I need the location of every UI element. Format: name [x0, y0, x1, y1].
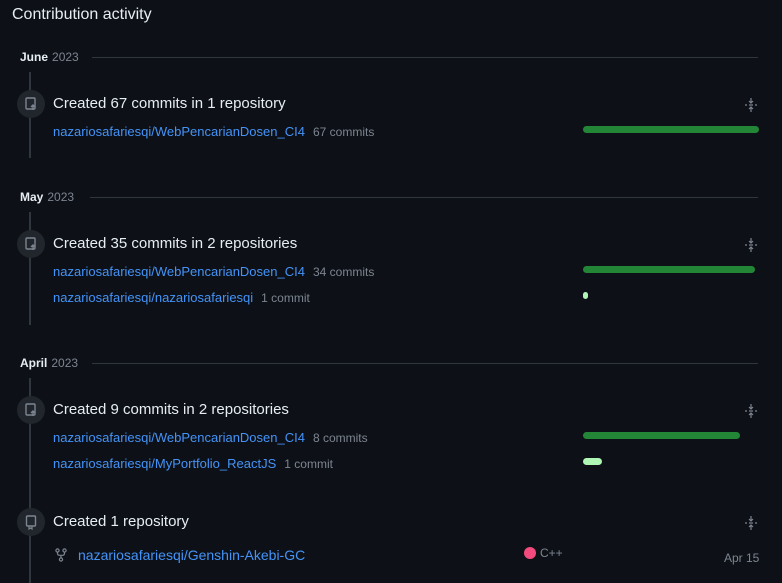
repo-commit-row: nazariosafariesqi/WebPencarianDosen_CI4 …	[53, 430, 368, 445]
year-label: 2023	[51, 356, 79, 370]
repo-link[interactable]: nazariosafariesqi/nazariosafariesqi	[53, 290, 253, 305]
month-header: May 2023	[20, 187, 74, 207]
fold-icon[interactable]	[744, 238, 758, 252]
repo-link[interactable]: nazariosafariesqi/Genshin-Akebi-GC	[78, 547, 305, 563]
fold-icon[interactable]	[744, 516, 758, 530]
repo-commit-row: nazariosafariesqi/WebPencarianDosen_CI4 …	[53, 124, 374, 139]
year-label: 2023	[52, 50, 79, 64]
event-title: Created 67 commits in 1 repository	[53, 95, 286, 112]
commit-count[interactable]: 67 commits	[313, 125, 374, 139]
repo-icon	[17, 508, 45, 536]
fold-icon[interactable]	[744, 404, 758, 418]
year-label: 2023	[47, 190, 75, 204]
month-divider	[92, 363, 758, 364]
repo-commit-row: nazariosafariesqi/WebPencarianDosen_CI4 …	[53, 264, 374, 279]
commit-count[interactable]: 34 commits	[313, 265, 374, 279]
repo-row: nazariosafariesqi/Genshin-Akebi-GC	[78, 547, 305, 563]
month-divider	[92, 57, 758, 58]
commit-count[interactable]: 8 commits	[313, 431, 368, 445]
month-label: April	[20, 356, 48, 370]
commit-count[interactable]: 1 commit	[261, 291, 310, 305]
month-header: June 2023	[20, 47, 79, 67]
repo-link[interactable]: nazariosafariesqi/MyPortfolio_ReactJS	[53, 456, 276, 471]
month-divider	[90, 197, 758, 198]
section-title: Contribution activity	[12, 6, 152, 23]
repo-push-icon	[17, 396, 45, 424]
commit-bar	[583, 458, 602, 465]
commit-bar	[583, 266, 755, 273]
repo-link[interactable]: nazariosafariesqi/WebPencarianDosen_CI4	[53, 264, 305, 279]
commit-bar	[583, 432, 740, 439]
repo-commit-row: nazariosafariesqi/nazariosafariesqi 1 co…	[53, 290, 310, 305]
language-color-dot	[524, 547, 536, 559]
created-date: Apr 15	[724, 551, 760, 565]
fold-icon[interactable]	[744, 98, 758, 112]
month-label: June	[20, 50, 49, 64]
repo-link[interactable]: nazariosafariesqi/WebPencarianDosen_CI4	[53, 124, 305, 139]
repo-commit-row: nazariosafariesqi/MyPortfolio_ReactJS 1 …	[53, 456, 333, 471]
repo-push-icon	[17, 90, 45, 118]
language-label: C++	[540, 546, 563, 560]
commit-bar	[583, 292, 588, 299]
repo-link[interactable]: nazariosafariesqi/WebPencarianDosen_CI4	[53, 430, 305, 445]
event-title: Created 9 commits in 2 repositories	[53, 401, 289, 418]
commit-count[interactable]: 1 commit	[284, 457, 333, 471]
repo-push-icon	[17, 230, 45, 258]
language-tag: C++	[524, 546, 563, 560]
timeline-line	[29, 212, 31, 325]
commit-bar	[583, 126, 759, 133]
event-title: Created 1 repository	[53, 513, 189, 530]
repo-forked-icon	[54, 548, 68, 567]
month-header: April 2023	[20, 353, 78, 373]
event-title: Created 35 commits in 2 repositories	[53, 235, 298, 252]
month-label: May	[20, 190, 44, 204]
